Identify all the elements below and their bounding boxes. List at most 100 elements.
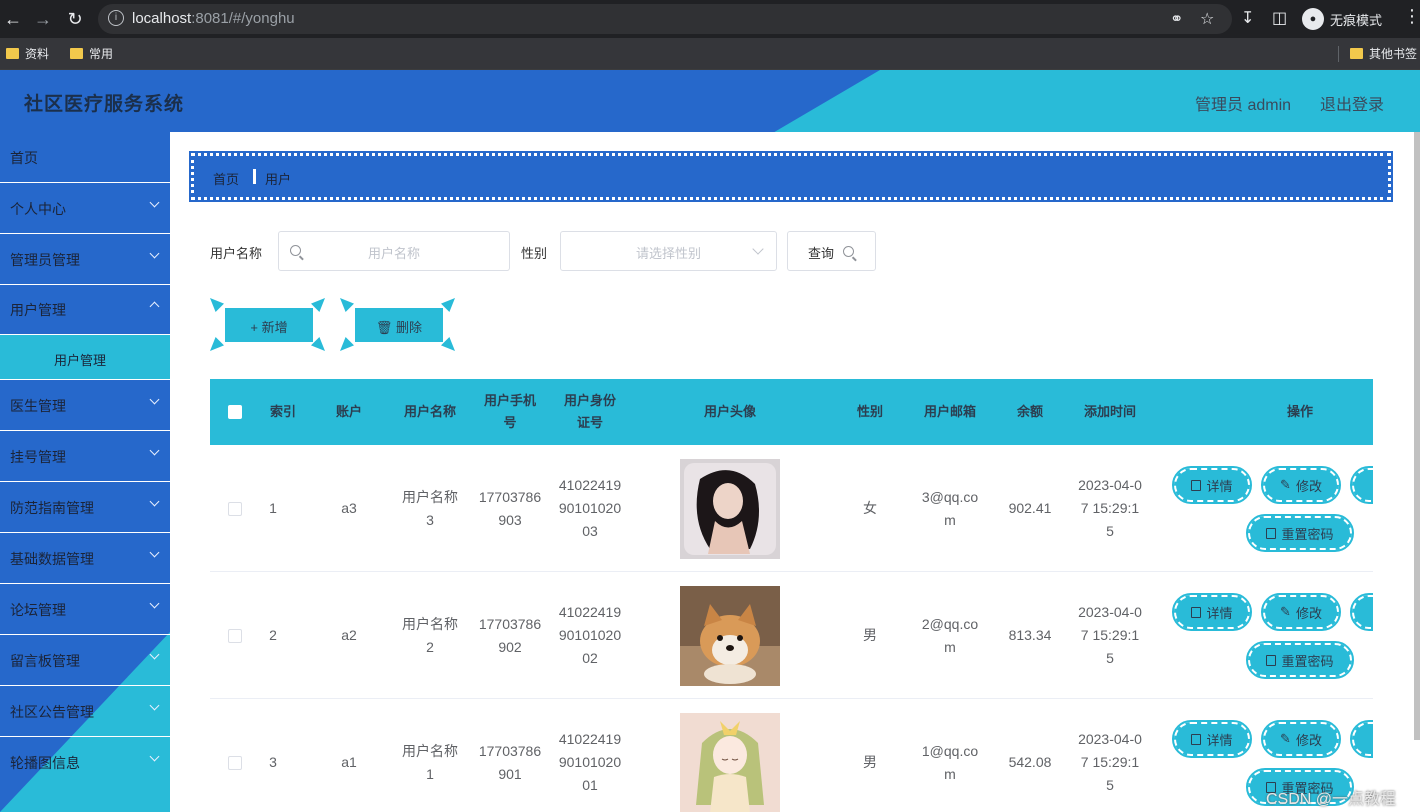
app-header: 社区医疗服务系统 管理员 admin 退出登录 [0, 70, 1420, 132]
trash-icon: 🗑 [375, 320, 397, 335]
site-info-icon[interactable]: i [108, 10, 124, 26]
vertical-scrollbar[interactable] [1414, 132, 1420, 740]
sidebar-item-user-management[interactable]: 用户管理 [0, 284, 170, 335]
sidebar-item-carousel[interactable]: 轮播图信息 [0, 737, 170, 788]
app-title: 社区医疗服务系统 [24, 94, 185, 115]
key-icon[interactable]: ⚭ [1170, 9, 1183, 29]
edit-button[interactable]: ✎ 修改 [1261, 466, 1341, 504]
incognito-indicator[interactable]: ● 无痕模式 [1302, 8, 1382, 30]
bookmark-label: 资料 [25, 47, 50, 61]
button-corner-decoration [441, 337, 455, 351]
reload-icon[interactable]: ↻ [62, 6, 88, 32]
detail-button-label: 详情 [1206, 732, 1233, 748]
back-arrow-icon[interactable]: ← [0, 6, 26, 32]
detail-button[interactable]: 详情 [1172, 720, 1252, 758]
sidebar-item-label: 挂号管理 [10, 449, 66, 465]
sidebar-item-label: 基础数据管理 [10, 551, 94, 567]
plus-icon: + [250, 320, 262, 335]
cell-idcard: 410224199010102001 [558, 731, 622, 793]
cell-account: a3 [341, 500, 357, 516]
avatar[interactable] [680, 713, 780, 812]
sidebar-item-message-board[interactable]: 留言板管理 [0, 635, 170, 686]
sidebar-item-home[interactable]: 首页 [0, 132, 170, 183]
row-checkbox[interactable] [228, 502, 242, 516]
edit-button-label: 修改 [1295, 732, 1322, 748]
address-bar[interactable]: i localhost:8081/#/yonghu ⚭ ☆ [98, 4, 1232, 34]
incognito-label: 无痕模式 [1330, 12, 1383, 28]
document-icon [1266, 527, 1277, 539]
cell-name: 用户名称1 [402, 742, 458, 782]
edit-button[interactable]: ✎ 修改 [1261, 593, 1341, 631]
avatar[interactable] [680, 459, 780, 559]
row-checkbox[interactable] [228, 629, 242, 643]
user-name-placeholder: 用户名称 [367, 246, 420, 261]
chevron-down-icon [150, 701, 160, 711]
side-panel-icon[interactable]: ◫ [1272, 8, 1287, 28]
reset-password-button[interactable]: 重置密码 [1246, 641, 1354, 679]
sidebar-item-label: 社区公告管理 [10, 704, 94, 720]
chevron-down-icon [150, 752, 160, 762]
cell-phone: 17703786901 [478, 742, 542, 782]
other-bookmarks[interactable]: 其他书签 [1350, 45, 1417, 62]
bookmark-folder[interactable]: 常用 [70, 45, 113, 62]
delete-row-button[interactable]: 🗑 [1350, 720, 1373, 758]
chevron-down-icon [150, 198, 160, 208]
sidebar-item-doctor-management[interactable]: 医生管理 [0, 380, 170, 431]
select-all-checkbox[interactable] [228, 405, 242, 419]
button-corner-decoration [210, 337, 224, 351]
breadcrumb-home[interactable]: 首页 [213, 169, 239, 188]
logout-button[interactable]: 退出登录 [1320, 91, 1384, 115]
avatar[interactable] [680, 586, 780, 686]
delete-button[interactable]: 🗑 删除 [355, 308, 443, 342]
cell-email: 3@qq.com [921, 488, 979, 528]
gender-select[interactable]: 请选择性别 [560, 231, 777, 271]
forward-arrow-icon[interactable]: → [30, 6, 56, 32]
detail-button[interactable]: 详情 [1172, 466, 1252, 504]
column-header: 用户手机号 [483, 393, 536, 430]
chevron-down-icon [150, 395, 160, 405]
browser-toolbar: ← → ↻ i localhost:8081/#/yonghu ⚭ ☆ ↧ ◫ … [0, 0, 1420, 38]
cell-idcard: 410224199010102002 [558, 604, 622, 666]
browser-menu-icon[interactable]: ⋮ [1403, 6, 1420, 27]
sidebar-item-community-notice[interactable]: 社区公告管理 [0, 686, 170, 737]
sidebar-item-forum-management[interactable]: 论坛管理 [0, 584, 170, 635]
reset-password-button[interactable]: 重置密码 [1246, 514, 1354, 552]
sidebar-item-prevention-guide[interactable]: 防范指南管理 [0, 482, 170, 533]
sidebar-item-base-data[interactable]: 基础数据管理 [0, 533, 170, 584]
table-row: 1 a3 用户名称3 17703786903 41022419901010200… [210, 445, 1373, 572]
cell-email: 2@qq.com [921, 615, 979, 655]
sidebar-item-label: 用户管理 [10, 302, 66, 318]
delete-row-button[interactable]: 🗑 [1350, 593, 1373, 631]
gender-placeholder: 请选择性别 [635, 246, 701, 261]
search-icon [843, 246, 854, 257]
sidebar-item-registration-management[interactable]: 挂号管理 [0, 431, 170, 482]
detail-button[interactable]: 详情 [1172, 593, 1252, 631]
document-icon [1266, 654, 1277, 666]
watermark: CSDN @一点教程 [1266, 791, 1397, 808]
sidebar-item-label: 个人中心 [10, 201, 66, 217]
bookmark-label: 常用 [89, 47, 114, 61]
sidebar-item-admin-management[interactable]: 管理员管理 [0, 234, 170, 285]
table-header: 索引 账户 用户名称 用户手机号 用户身份证号 用户头像 性别 用户邮箱 余额 … [210, 379, 1373, 445]
chevron-down-icon [150, 599, 160, 609]
row-checkbox[interactable] [228, 756, 242, 770]
button-corner-decoration [311, 298, 325, 312]
other-bookmarks-label: 其他书签 [1369, 47, 1418, 61]
sidebar: 首页 个人中心 管理员管理 用户管理 用户管理 医生管理 挂号管理 防范指南管理… [0, 132, 170, 812]
download-icon[interactable]: ↧ [1241, 8, 1254, 28]
chevron-down-icon [150, 548, 160, 558]
sidebar-item-personal-center[interactable]: 个人中心 [0, 183, 170, 234]
edit-button[interactable]: ✎ 修改 [1261, 720, 1341, 758]
reset-password-label: 重置密码 [1281, 653, 1334, 669]
star-icon[interactable]: ☆ [1200, 9, 1214, 29]
sidebar-item-label: 论坛管理 [10, 602, 66, 618]
sidebar-subitem-user-management[interactable]: 用户管理 [0, 335, 170, 380]
edit-button-label: 修改 [1295, 605, 1322, 621]
add-button[interactable]: + 新增 [225, 308, 313, 342]
chevron-down-icon [150, 650, 160, 660]
bookmark-folder[interactable]: 资料 [6, 45, 49, 62]
query-button[interactable]: 查询 [787, 231, 876, 271]
user-name-search-input[interactable]: 用户名称 [278, 231, 510, 271]
delete-row-button[interactable]: 🗑 [1350, 466, 1373, 504]
chevron-down-icon [150, 446, 160, 456]
